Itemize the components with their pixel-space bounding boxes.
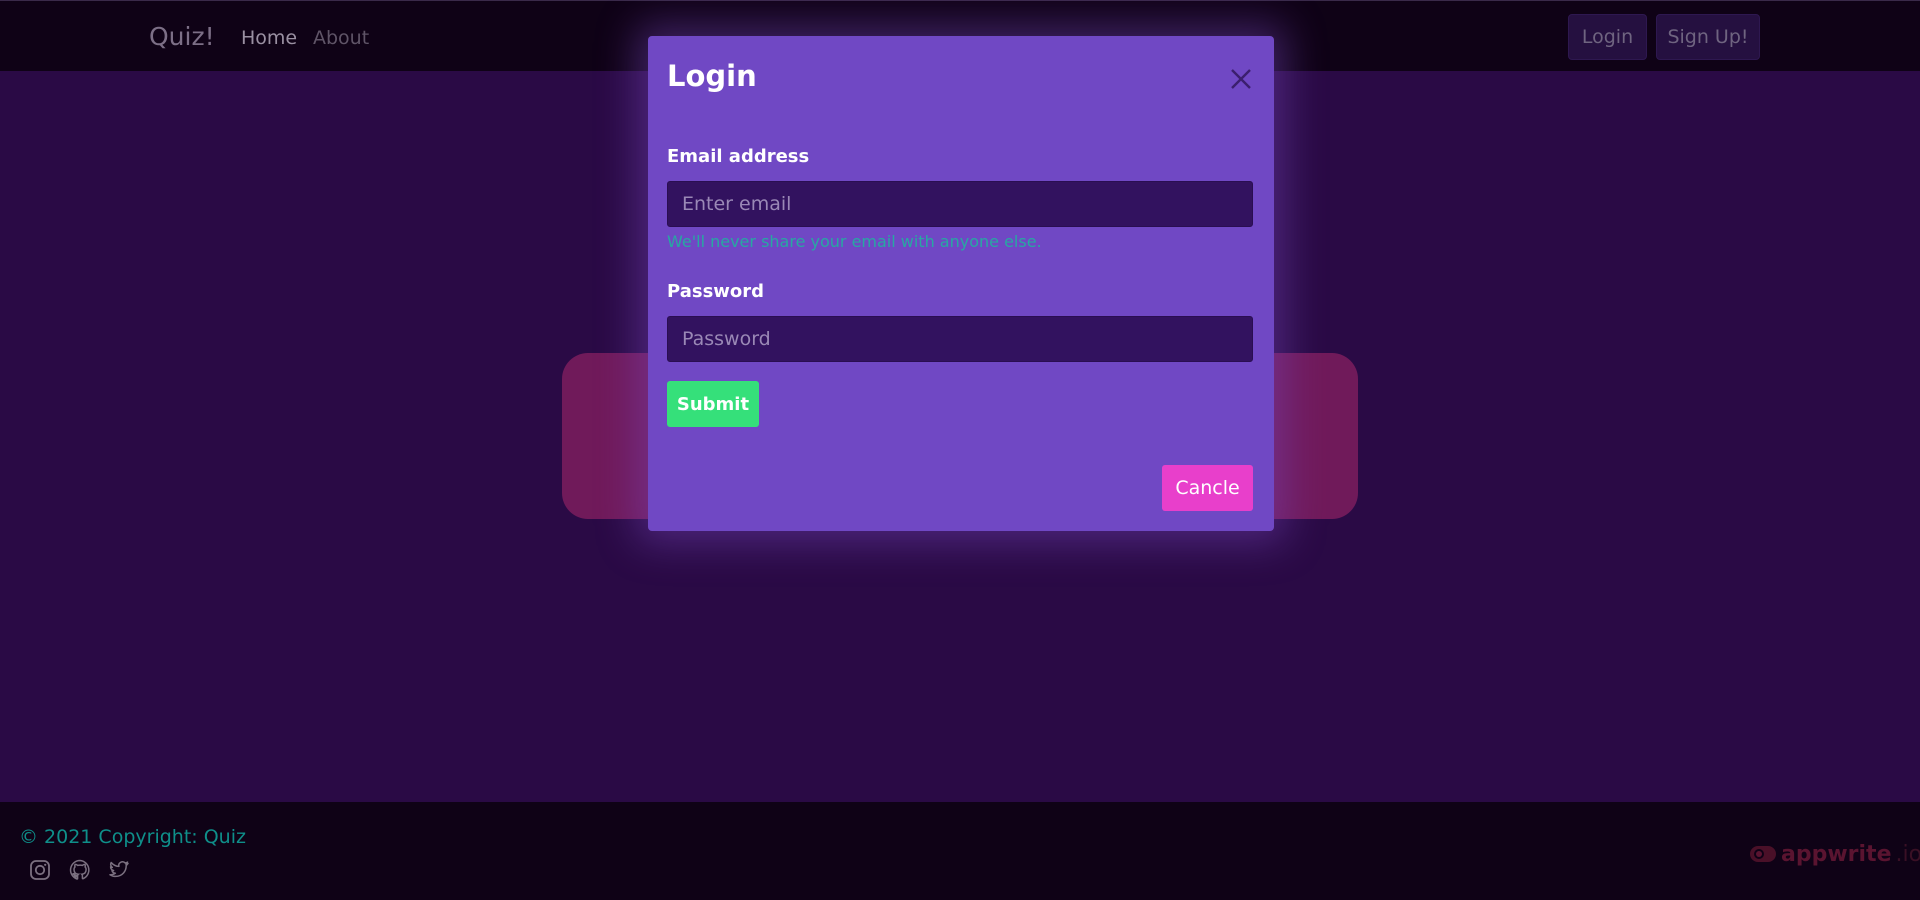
email-field[interactable] bbox=[667, 181, 1253, 227]
password-field[interactable] bbox=[667, 316, 1253, 362]
modal-title: Login bbox=[667, 59, 757, 93]
appwrite-badge[interactable]: appwrite .io bbox=[1749, 840, 1920, 868]
instagram-icon[interactable] bbox=[29, 859, 51, 881]
email-help-text: We'll never share your email with anyone… bbox=[667, 232, 1042, 251]
appwrite-tld-text: .io bbox=[1895, 841, 1920, 867]
submit-button[interactable]: Submit bbox=[667, 381, 759, 427]
github-icon[interactable] bbox=[69, 859, 91, 881]
appwrite-logo-icon bbox=[1750, 846, 1776, 862]
copyright-text: © 2021 Copyright: Quiz bbox=[19, 826, 246, 848]
cancel-button[interactable]: Cancle bbox=[1162, 465, 1253, 511]
password-label: Password bbox=[667, 281, 765, 302]
footer: © 2021 Copyright: Quiz appwrite .io bbox=[0, 802, 1920, 900]
login-modal: Login Email address We'll never share yo… bbox=[648, 36, 1274, 531]
close-icon[interactable] bbox=[1228, 66, 1254, 92]
twitter-icon[interactable] bbox=[108, 859, 130, 881]
appwrite-brand-text: appwrite bbox=[1781, 841, 1892, 867]
email-label: Email address bbox=[667, 146, 810, 167]
